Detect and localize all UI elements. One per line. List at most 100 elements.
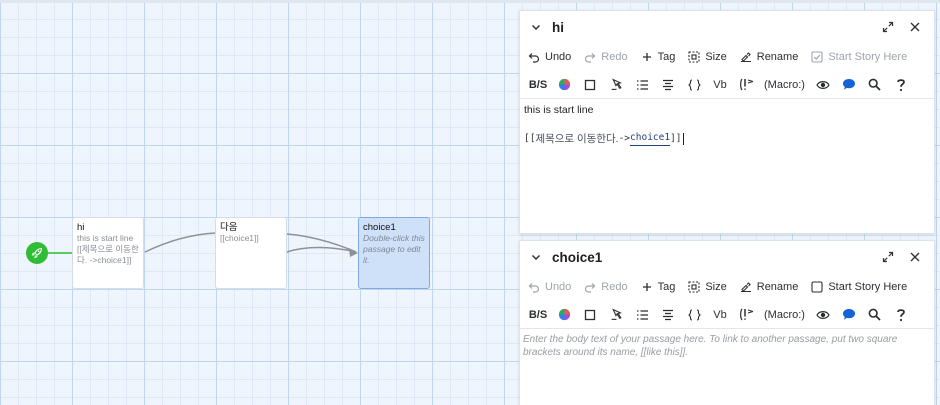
passage-name: choice1 [363, 222, 396, 233]
passage-name: 다음 [220, 222, 238, 233]
undo-button[interactable]: Undo [528, 51, 571, 63]
find-button[interactable] [863, 304, 887, 326]
alert-button[interactable] [734, 74, 758, 96]
undo-button[interactable]: Undo [528, 281, 571, 293]
start-story-here-checkbox[interactable]: Start Story Here [811, 51, 907, 63]
code-braces-button[interactable] [682, 304, 706, 326]
close-button[interactable] [904, 246, 926, 268]
close-icon [910, 22, 920, 32]
text-cursor [682, 132, 684, 145]
top-edge [0, 0, 940, 3]
color-button[interactable] [552, 74, 576, 96]
comment-button[interactable] [837, 304, 861, 326]
macro-button[interactable]: (Macro:) [760, 74, 809, 96]
rename-button[interactable]: Rename [740, 281, 798, 293]
maximize-icon [882, 251, 894, 263]
passage-text-editor[interactable]: this is start line [[ 제목으로 이동한다. -> choi… [520, 99, 934, 150]
dialog-header: choice1 [520, 241, 934, 273]
preview-button[interactable] [811, 74, 835, 96]
start-story-node[interactable] [26, 242, 48, 264]
comment-button[interactable] [837, 74, 861, 96]
plus-icon [641, 281, 653, 293]
bold-strike-button[interactable]: B/S [526, 304, 550, 326]
eye-icon [816, 80, 830, 89]
passage-name: hi [77, 222, 85, 233]
redo-button[interactable]: Redo [584, 281, 628, 293]
preview-button[interactable] [811, 304, 835, 326]
passage-edit-dialog-choice1: choice1 Undo Redo Tag Size Rename Start … [519, 240, 935, 405]
add-tag-button[interactable]: Tag [641, 51, 675, 63]
passage-card-choice1[interactable]: choice1 Double-click this passage to edi… [358, 217, 430, 289]
chevron-down-icon[interactable] [530, 20, 544, 34]
checkbox-unchecked-icon [811, 281, 823, 293]
close-button[interactable] [904, 16, 926, 38]
transition-button[interactable] [604, 74, 628, 96]
exclamation-bracket-icon [739, 308, 753, 321]
search-icon [869, 308, 882, 321]
passage-card-next[interactable]: 다음 [[choice1]] [215, 217, 287, 289]
dialog-title: choice1 [552, 249, 603, 265]
bold-strike-button[interactable]: B/S [526, 74, 550, 96]
align-button[interactable] [656, 74, 680, 96]
color-button[interactable] [552, 304, 576, 326]
help-button[interactable] [889, 304, 913, 326]
eye-icon [816, 310, 830, 319]
resize-icon [688, 51, 700, 63]
question-icon [897, 308, 905, 321]
variable-button[interactable]: Vb [708, 74, 732, 96]
square-icon [584, 309, 596, 320]
passage-excerpt: Double-click this passage to edit it. [363, 233, 425, 265]
close-icon [910, 252, 920, 262]
transition-button[interactable] [604, 304, 628, 326]
undo-icon [528, 51, 540, 63]
rename-button[interactable]: Rename [740, 51, 798, 63]
exclamation-bracket-icon [739, 78, 753, 91]
maximize-button[interactable] [877, 16, 899, 38]
align-button[interactable] [656, 304, 680, 326]
passage-card-hi[interactable]: hi this is start line [[제목으로 이동한다. ->cho… [72, 217, 144, 289]
dialog-header: hi [520, 11, 934, 43]
border-button[interactable] [578, 304, 602, 326]
maximize-button[interactable] [877, 246, 899, 268]
passage-text-editor[interactable]: Enter the body text of your passage here… [520, 329, 934, 363]
alert-button[interactable] [734, 304, 758, 326]
code-braces-button[interactable] [682, 74, 706, 96]
align-center-icon [663, 79, 673, 90]
passage-action-bar: Undo Redo Tag Size Rename Start Story He… [520, 43, 934, 71]
passage-link-line: [[ 제목으로 이동한다. -> choice1 ]] [524, 132, 684, 146]
search-icon [869, 78, 882, 91]
start-story-here-checkbox[interactable]: Start Story Here [811, 281, 907, 293]
help-button[interactable] [889, 74, 913, 96]
chevron-down-icon[interactable] [530, 250, 544, 264]
maximize-icon [882, 21, 894, 33]
hand-pointer-icon [611, 308, 622, 320]
resize-icon [688, 281, 700, 293]
question-icon [897, 78, 905, 91]
signature-icon [740, 281, 752, 293]
passage-action-bar: Undo Redo Tag Size Rename Start Story He… [520, 273, 934, 301]
passage-edit-dialog-hi: hi Undo Redo Tag Size Rename Start Story… [519, 10, 935, 234]
square-icon [584, 79, 596, 90]
macro-button[interactable]: (Macro:) [760, 304, 809, 326]
size-button[interactable]: Size [688, 281, 727, 293]
hand-pointer-icon [611, 78, 622, 90]
add-tag-button[interactable]: Tag [641, 281, 675, 293]
speech-bubble-icon [842, 79, 855, 90]
list-button[interactable] [630, 304, 654, 326]
redo-icon [584, 51, 596, 63]
list-button[interactable] [630, 74, 654, 96]
redo-button[interactable]: Redo [584, 51, 628, 63]
harlowe-toolbar: B/S Vb (Macro:) [520, 301, 934, 329]
braces-icon [687, 308, 701, 321]
braces-icon [687, 78, 701, 91]
border-button[interactable] [578, 74, 602, 96]
variable-button[interactable]: Vb [708, 304, 732, 326]
color-wheel-icon [558, 78, 570, 91]
dialog-title: hi [552, 19, 564, 35]
passage-excerpt: [[choice1]] [220, 233, 259, 243]
size-button[interactable]: Size [688, 51, 727, 63]
passage-text-line: this is start line [524, 104, 594, 116]
passage-excerpt: this is start line [[제목으로 이동한다. ->choice… [77, 233, 139, 265]
redo-icon [584, 281, 596, 293]
find-button[interactable] [863, 74, 887, 96]
